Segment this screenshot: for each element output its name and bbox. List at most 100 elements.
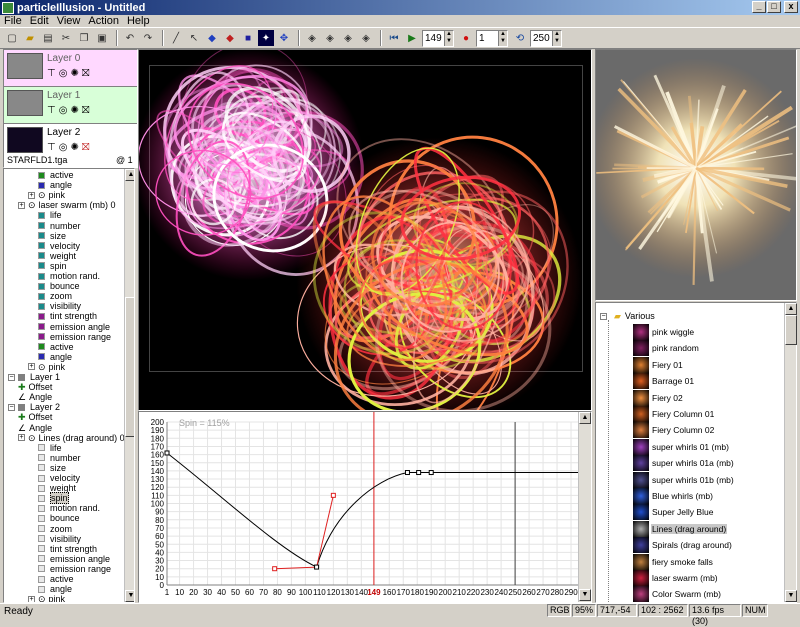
tree-item[interactable]: angle	[38, 352, 72, 362]
tree-item[interactable]: life	[38, 210, 62, 220]
select-icon[interactable]: ↖	[186, 30, 202, 46]
library-item[interactable]: Fiery 01	[651, 360, 684, 370]
record-stepper[interactable]: ▲▼	[498, 31, 507, 46]
library-item[interactable]: super whirls 01b (mb)	[651, 475, 735, 485]
library-item[interactable]: Blue whirls (mb)	[651, 491, 714, 501]
graph-scroll-down[interactable]: ▼	[579, 589, 591, 601]
library-item[interactable]: Lines (drag around)	[651, 524, 727, 534]
end-frame-input[interactable]: 250 ▲▼	[530, 30, 562, 47]
current-frame-input[interactable]: 149 ▲▼	[422, 30, 454, 47]
tree-item[interactable]: emission range	[38, 332, 111, 342]
motion-icon[interactable]: ⊤	[47, 68, 56, 79]
menu-edit[interactable]: Edit	[30, 15, 49, 27]
redo-icon[interactable]: ↷	[140, 30, 156, 46]
view-icon-2[interactable]: ◈	[322, 30, 338, 46]
flag-icon[interactable]: ⛝	[82, 105, 90, 116]
tree-item[interactable]: emission range	[38, 564, 111, 574]
tree-item[interactable]: −Layer 1	[8, 372, 60, 382]
graph-panel[interactable]: 2001901801701601501401301201101009080706…	[138, 411, 592, 603]
tree-item[interactable]: bounce	[38, 281, 80, 291]
open-icon[interactable]: ▰	[22, 30, 38, 46]
view-icon-4[interactable]: ◈	[358, 30, 374, 46]
expand-icon[interactable]: −	[8, 404, 15, 411]
undo-icon[interactable]: ↶	[122, 30, 138, 46]
cut-icon[interactable]: ✂	[58, 30, 74, 46]
library-item[interactable]: super whirls 01a (mb)	[651, 458, 735, 468]
layer-row-2[interactable]: Layer 2 ⊤◎✺⛝ STARFLD1.tga @ 1	[4, 124, 137, 168]
library-scrollbar[interactable]: ▲ ▼	[784, 303, 796, 602]
library-item[interactable]: Fiery Column 01	[651, 409, 715, 419]
library-item[interactable]: laser swarm (mb)	[651, 573, 719, 583]
emitter-icon[interactable]: ◆	[204, 30, 220, 46]
tree-item[interactable]: motion rand.	[38, 271, 100, 281]
tree-item[interactable]: weight	[38, 251, 76, 261]
library-item[interactable]: Color Swarm (mb)	[651, 589, 722, 599]
tree-item[interactable]: ✚Offset	[18, 382, 52, 392]
view-icon-3[interactable]: ◈	[340, 30, 356, 46]
library-item[interactable]: Fiery 02	[651, 393, 684, 403]
tree-item[interactable]: life	[38, 443, 62, 453]
copy-icon[interactable]: ❐	[76, 30, 92, 46]
graph-scrollbar[interactable]: ▲ ▼	[578, 412, 591, 602]
gear-icon[interactable]: ✺	[70, 68, 78, 79]
paste-icon[interactable]: ▣	[94, 30, 110, 46]
tree-item[interactable]: bounce	[38, 513, 80, 523]
layer-row-0[interactable]: Layer 0 ⊤◎✺⛝	[4, 50, 137, 87]
expand-icon[interactable]: +	[28, 192, 35, 199]
expand-icon[interactable]: +	[18, 202, 25, 209]
record-frame-input[interactable]: 1 ▲▼	[476, 30, 508, 47]
expand-icon[interactable]: −	[8, 374, 15, 381]
minimize-button[interactable]: _	[752, 1, 766, 13]
motion-icon[interactable]: ⊤	[47, 105, 56, 116]
record-icon[interactable]: ●	[458, 30, 474, 46]
expand-icon[interactable]: +	[28, 363, 35, 370]
blocker-icon[interactable]: ■	[240, 30, 256, 46]
tree-item[interactable]: zoom	[38, 291, 72, 301]
library-item[interactable]: Super Jelly Blue	[651, 507, 714, 517]
tree-item[interactable]: +⊙Lines (drag around) 0	[18, 433, 125, 443]
loop-icon[interactable]: ⟲	[512, 30, 528, 46]
rewind-icon[interactable]: ⏮	[386, 30, 402, 46]
stage-icon[interactable]: ✦	[258, 30, 274, 46]
close-button[interactable]: x	[784, 1, 798, 13]
tree-item[interactable]: tint strength	[38, 311, 97, 321]
library-item[interactable]: super whirls 01 (mb)	[651, 442, 730, 452]
menu-action[interactable]: Action	[88, 15, 119, 27]
menu-help[interactable]: Help	[127, 15, 150, 27]
frame-stepper[interactable]: ▲▼	[444, 31, 453, 46]
tree-item[interactable]: velocity	[38, 241, 80, 251]
scroll-up-button[interactable]: ▲	[125, 169, 135, 181]
tree-item[interactable]: +⊙laser swarm (mb) 0	[18, 200, 116, 210]
tree-item[interactable]: emission angle	[38, 554, 110, 564]
new-icon[interactable]: ▢	[4, 30, 20, 46]
library-item[interactable]: fiery smoke falls	[651, 557, 714, 567]
library-scroll-down[interactable]: ▼	[785, 590, 797, 602]
library-item[interactable]: pink wiggle	[651, 327, 695, 337]
library-item[interactable]: Fiery Column 02	[651, 425, 715, 435]
graph-scroll-up[interactable]: ▲	[579, 412, 591, 424]
scroll-down-button[interactable]: ▼	[125, 590, 135, 602]
tree-item[interactable]: −Layer 2	[8, 402, 60, 412]
tree-item[interactable]: angle	[38, 584, 72, 594]
library-scroll-up[interactable]: ▲	[785, 303, 797, 315]
target-icon[interactable]: ◎	[59, 68, 68, 79]
tree-item[interactable]: size	[38, 231, 66, 241]
expand-icon[interactable]: +	[28, 596, 35, 603]
tree-item[interactable]: active	[38, 170, 74, 180]
tree-item[interactable]: angle	[38, 180, 72, 190]
play-icon[interactable]: ▶	[404, 30, 420, 46]
tree-item[interactable]: spin	[38, 493, 69, 503]
grid-icon[interactable]: ✥	[276, 30, 292, 46]
tree-scrollbar[interactable]: ▲ ▼	[124, 169, 135, 602]
collapse-icon[interactable]: −	[600, 313, 607, 320]
tree-item[interactable]: number	[38, 453, 81, 463]
tree-item[interactable]: visibility	[38, 534, 81, 544]
tree-item[interactable]: +⊙pink	[28, 190, 65, 200]
flag-icon[interactable]: ⛝	[82, 68, 90, 79]
library-scroll-thumb[interactable]	[785, 315, 797, 345]
target-icon[interactable]: ◎	[59, 142, 68, 153]
tree-item[interactable]: active	[38, 342, 74, 352]
layer-row-1[interactable]: Layer 1 ⊤◎✺⛝	[4, 87, 137, 124]
tree-item[interactable]: +⊙pink	[28, 594, 65, 603]
maximize-button[interactable]: □	[767, 1, 781, 13]
